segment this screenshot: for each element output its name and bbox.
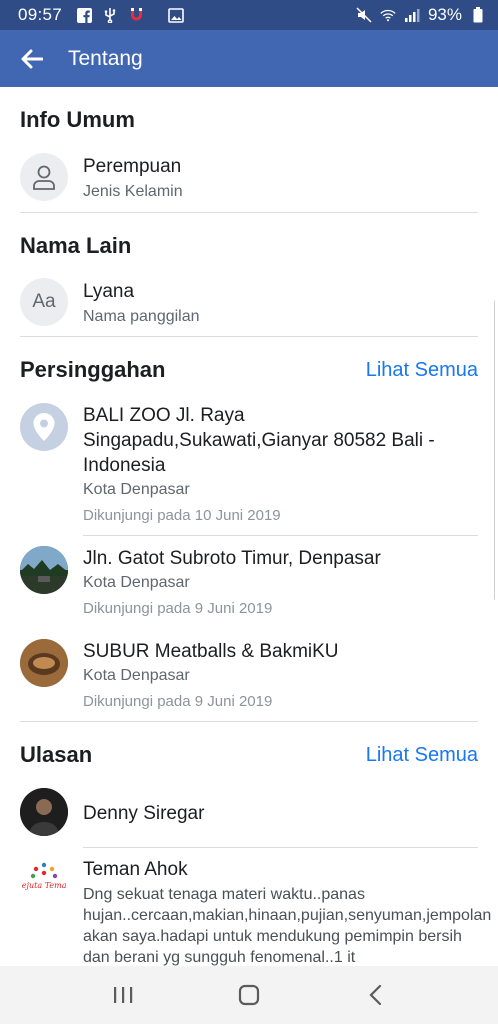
navigation-bar <box>0 966 498 1024</box>
page-logo: Sejuta Teman <box>20 857 68 905</box>
magnet-icon <box>128 7 144 23</box>
usb-icon <box>102 7 118 23</box>
check-in-title: SUBUR Meatballs & BakmiKU <box>83 641 339 662</box>
arrow-left-icon <box>21 49 43 68</box>
divider <box>20 336 478 337</box>
check-in-date: Dikunjungi pada 10 Juni 2019 <box>83 507 281 524</box>
reviewer-name: Teman Ahok <box>83 859 188 880</box>
check-in-city: Kota Denpasar <box>83 667 190 684</box>
section-title-nama-lain: Nama Lain <box>20 233 132 258</box>
check-in-date: Dikunjungi pada 9 Juni 2019 <box>83 600 273 617</box>
reviewer-name: Denny Siregar <box>83 803 205 824</box>
divider <box>20 212 478 213</box>
check-in-date: Dikunjungi pada 9 Juni 2019 <box>83 693 273 710</box>
nickname-value: Lyana <box>83 281 135 302</box>
about-content[interactable]: Info Umum Perempuan Jenis Kelamin Nama L… <box>0 87 498 966</box>
facebook-icon <box>76 7 92 23</box>
back-nav-button[interactable] <box>345 970 405 1020</box>
signal-icon <box>404 7 420 23</box>
mute-icon <box>356 7 372 23</box>
status-bar: 09:57 93% <box>0 0 498 30</box>
battery-percent: 93% <box>427 5 462 24</box>
check-in-city: Kota Denpasar <box>83 574 190 591</box>
wifi-icon <box>380 7 396 23</box>
scroll-indicator <box>494 300 498 600</box>
section-title-persinggahan: Persinggahan <box>20 357 166 382</box>
battery-icon <box>470 7 486 23</box>
avatar <box>20 788 68 836</box>
recent-apps-button[interactable] <box>93 970 153 1020</box>
check-in-title: Jln. Gatot Subroto Timur, Denpasar <box>83 548 381 569</box>
see-all-check-ins-link[interactable]: Lihat Semua <box>366 359 478 382</box>
page-title: Tentang <box>68 46 143 70</box>
divider <box>83 535 478 536</box>
status-time: 09:57 <box>18 5 63 24</box>
gender-label: Jenis Kelamin <box>83 183 183 200</box>
divider <box>83 847 478 848</box>
home-button[interactable] <box>219 970 279 1020</box>
app-bar: Tentang <box>0 30 498 87</box>
nickname-label: Nama panggilan <box>83 308 200 325</box>
text-aa-icon: Aa <box>20 278 68 326</box>
chevron-left-icon <box>369 984 382 1006</box>
see-all-reviews-link[interactable]: Lihat Semua <box>366 744 478 767</box>
gender-value: Perempuan <box>83 156 182 177</box>
check-in-title: BALI ZOO Jl. Raya Singapadu,Sukawati,Gia… <box>83 405 435 476</box>
image-icon <box>168 7 184 23</box>
recent-apps-icon <box>114 987 133 1003</box>
divider <box>20 721 478 722</box>
map-pin-icon <box>20 403 68 451</box>
section-title-info-umum: Info Umum <box>20 107 135 132</box>
place-photo-icon <box>20 639 68 687</box>
place-photo-icon <box>20 546 68 594</box>
person-icon <box>20 153 68 201</box>
home-icon <box>238 984 260 1006</box>
check-in-city: Kota Denpasar <box>83 481 190 498</box>
review-text: Dng sekuat tenaga materi waktu..panas hu… <box>83 886 492 966</box>
logo-text: Sejuta Teman <box>22 881 66 890</box>
back-button[interactable] <box>0 30 64 87</box>
section-title-ulasan: Ulasan <box>20 742 93 767</box>
